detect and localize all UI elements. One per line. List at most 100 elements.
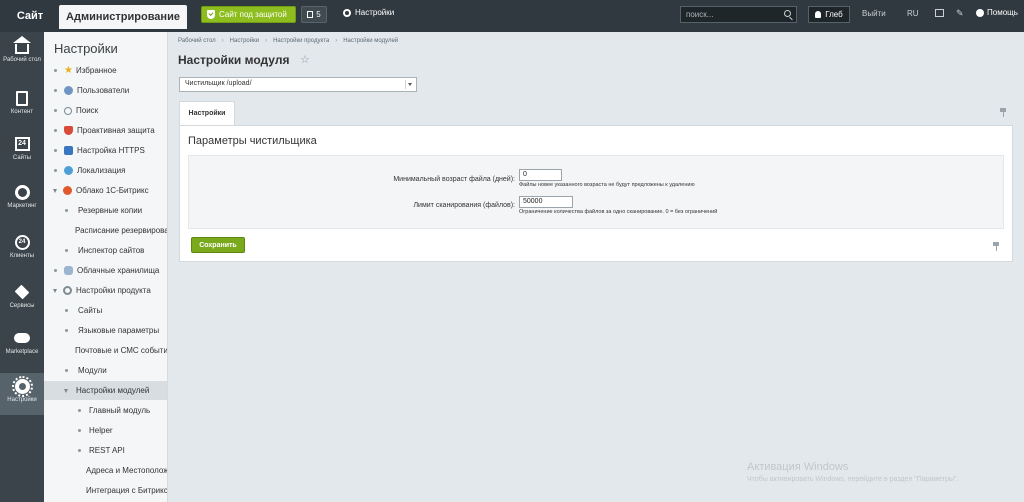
save-button[interactable]: Сохранить [191,237,245,253]
sidebar-item-label: Локализация [77,166,126,175]
expand-arrow-icon[interactable] [53,188,57,193]
site-tab[interactable]: Сайт [8,5,52,27]
window-icon[interactable] [935,9,944,17]
document-icon [14,90,30,106]
breadcrumb: Рабочий стол › Настройки › Настройки про… [178,38,398,44]
bullet-icon [65,309,68,312]
nav-settings[interactable]: Настройки [0,373,44,415]
sidebar-item-cloud[interactable]: Облако 1С-Битрикс [44,181,167,200]
nav-services[interactable]: Сервисы [0,284,44,316]
breadcrumb-separator: › [221,38,224,44]
nav-clients[interactable]: 24 Клиенты [0,234,44,266]
nav-sites[interactable]: 24 Сайты [0,136,44,168]
sidebar-item-rest-api[interactable]: REST API [44,441,167,460]
sidebar-item-product-settings[interactable]: Настройки продукта [44,281,167,300]
sidebar-item-backup-schedule[interactable]: Расписание резервирован [44,221,168,240]
sidebar-item-mail-events[interactable]: Почтовые и СМС события [44,341,167,360]
sidebar-item-label: Облако 1С-Битрикс [76,186,149,195]
left-nav: Рабочий стол Контент 24 Сайты Маркетинг … [0,32,44,502]
shield-icon [64,126,73,135]
sidebar-item-label: Языковые параметры [78,326,160,335]
breadcrumb-link[interactable]: Рабочий стол [178,38,216,44]
breadcrumb-link[interactable]: Настройки продукта [273,38,329,44]
panel-title: Параметры чистильщика [188,135,317,147]
sidebar-item-addresses[interactable]: Адреса и Местоположе [44,461,167,480]
bullet-icon [78,429,81,432]
sidebar-item-label: Настройки модулей [76,386,150,395]
sidebar-item-search[interactable]: Поиск [44,101,167,120]
top-settings-label: Настройки [355,8,395,17]
nav-label: Сервисы [9,303,35,309]
cloud-icon [63,186,72,195]
expand-arrow-icon[interactable] [53,288,57,293]
sidebar-item-label: Интеграция с Битрикс2 [86,486,168,495]
admin-tab[interactable]: Администрирование [59,5,187,29]
bullet-icon [65,329,68,332]
nav-label: Маркетинг [7,203,37,209]
sidebar-title: Настройки [54,41,118,56]
sidebar-item-label: REST API [89,446,125,455]
notifications-count: 5 [316,10,321,19]
clients-icon: 24 [14,234,30,250]
sidebar-item-users[interactable]: Пользователи [44,81,167,100]
nav-label: Контент [10,109,34,115]
nav-marketing[interactable]: Маркетинг [0,184,44,216]
page-title: Настройки модуля [178,53,290,67]
expand-arrow-icon[interactable] [64,388,68,393]
sidebar-item-cloud-storage[interactable]: Облачные хранилища [44,261,167,280]
notification-icon [307,11,314,18]
sidebar-item-backups[interactable]: Резервные копии [44,201,167,220]
nav-marketplace[interactable]: Marketplace [0,330,44,362]
layers-icon [14,284,30,300]
sidebar-item-bitrix24[interactable]: Интеграция с Битрикс2 [44,481,168,500]
sidebar-item-https[interactable]: Настройка HTTPS [44,141,167,160]
search-placeholder: поиск... [686,10,714,19]
bullet-icon [78,409,81,412]
sidebar-item-label: Настройки продукта [76,286,151,295]
user-icon [815,11,822,18]
notifications-button[interactable]: 5 [301,6,327,23]
user-button[interactable]: Глеб [808,6,850,23]
top-settings-link[interactable]: Настройки [343,8,394,17]
sidebar-item-proactive[interactable]: Проактивная защита [44,121,167,140]
site-protected-button[interactable]: Сайт под защитой [201,6,296,23]
sidebar-item-localization[interactable]: Локализация [44,161,167,180]
nav-desktop[interactable]: Рабочий стол [0,35,44,80]
sidebar-item-label: Helper [89,426,113,435]
bullet-icon [54,69,57,72]
breadcrumb-link[interactable]: Настройки модулей [343,38,398,44]
pin-top-icon[interactable]: ✎ [956,8,964,19]
module-select[interactable]: Чистильщик /upload/ [179,77,417,92]
help-link[interactable]: Помощь [976,8,1018,17]
nav-content[interactable]: Контент [0,90,44,122]
sidebar-item-label: Расписание резервирован [75,226,168,235]
tab-settings[interactable]: Настройки [179,101,235,125]
search-icon[interactable] [784,10,791,17]
site-protected-label: Сайт под защитой [219,10,287,19]
sidebar-item-helper[interactable]: Helper [44,421,167,440]
pin-icon[interactable] [993,242,999,251]
sidebar-item-modules[interactable]: Модули [44,361,167,380]
bullet-icon [65,209,68,212]
sidebar-item-favorites[interactable]: ★ Избранное [44,61,167,80]
sidebar-item-label: Настройка HTTPS [77,146,145,155]
language-selector[interactable]: RU [907,9,919,18]
breadcrumb-link[interactable]: Настройки [230,38,259,44]
user-name: Глеб [825,10,843,19]
sidebar-item-main-module[interactable]: Главный модуль [44,401,167,420]
sidebar-item-label: Избранное [75,66,117,75]
scan-limit-input[interactable]: 50000 [519,196,573,208]
logout-link[interactable]: Выйти [862,9,886,18]
sidebar-item-languages[interactable]: Языковые параметры [44,321,167,340]
sidebar-item-module-settings[interactable]: Настройки модулей [44,381,167,400]
min-age-input[interactable]: 0 [519,169,562,181]
sidebar-item-inspector[interactable]: Инспектор сайтов [44,241,167,260]
pin-icon[interactable] [1000,108,1006,117]
favorite-star-icon[interactable]: ☆ [300,53,310,66]
sidebar-item-label: Главный модуль [89,406,151,415]
bullet-icon [65,369,68,372]
sidebar-item-sites[interactable]: Сайты [44,301,167,320]
nav-label: Клиенты [9,253,35,259]
gear-icon [63,286,72,295]
search-input[interactable]: поиск... [680,6,797,23]
